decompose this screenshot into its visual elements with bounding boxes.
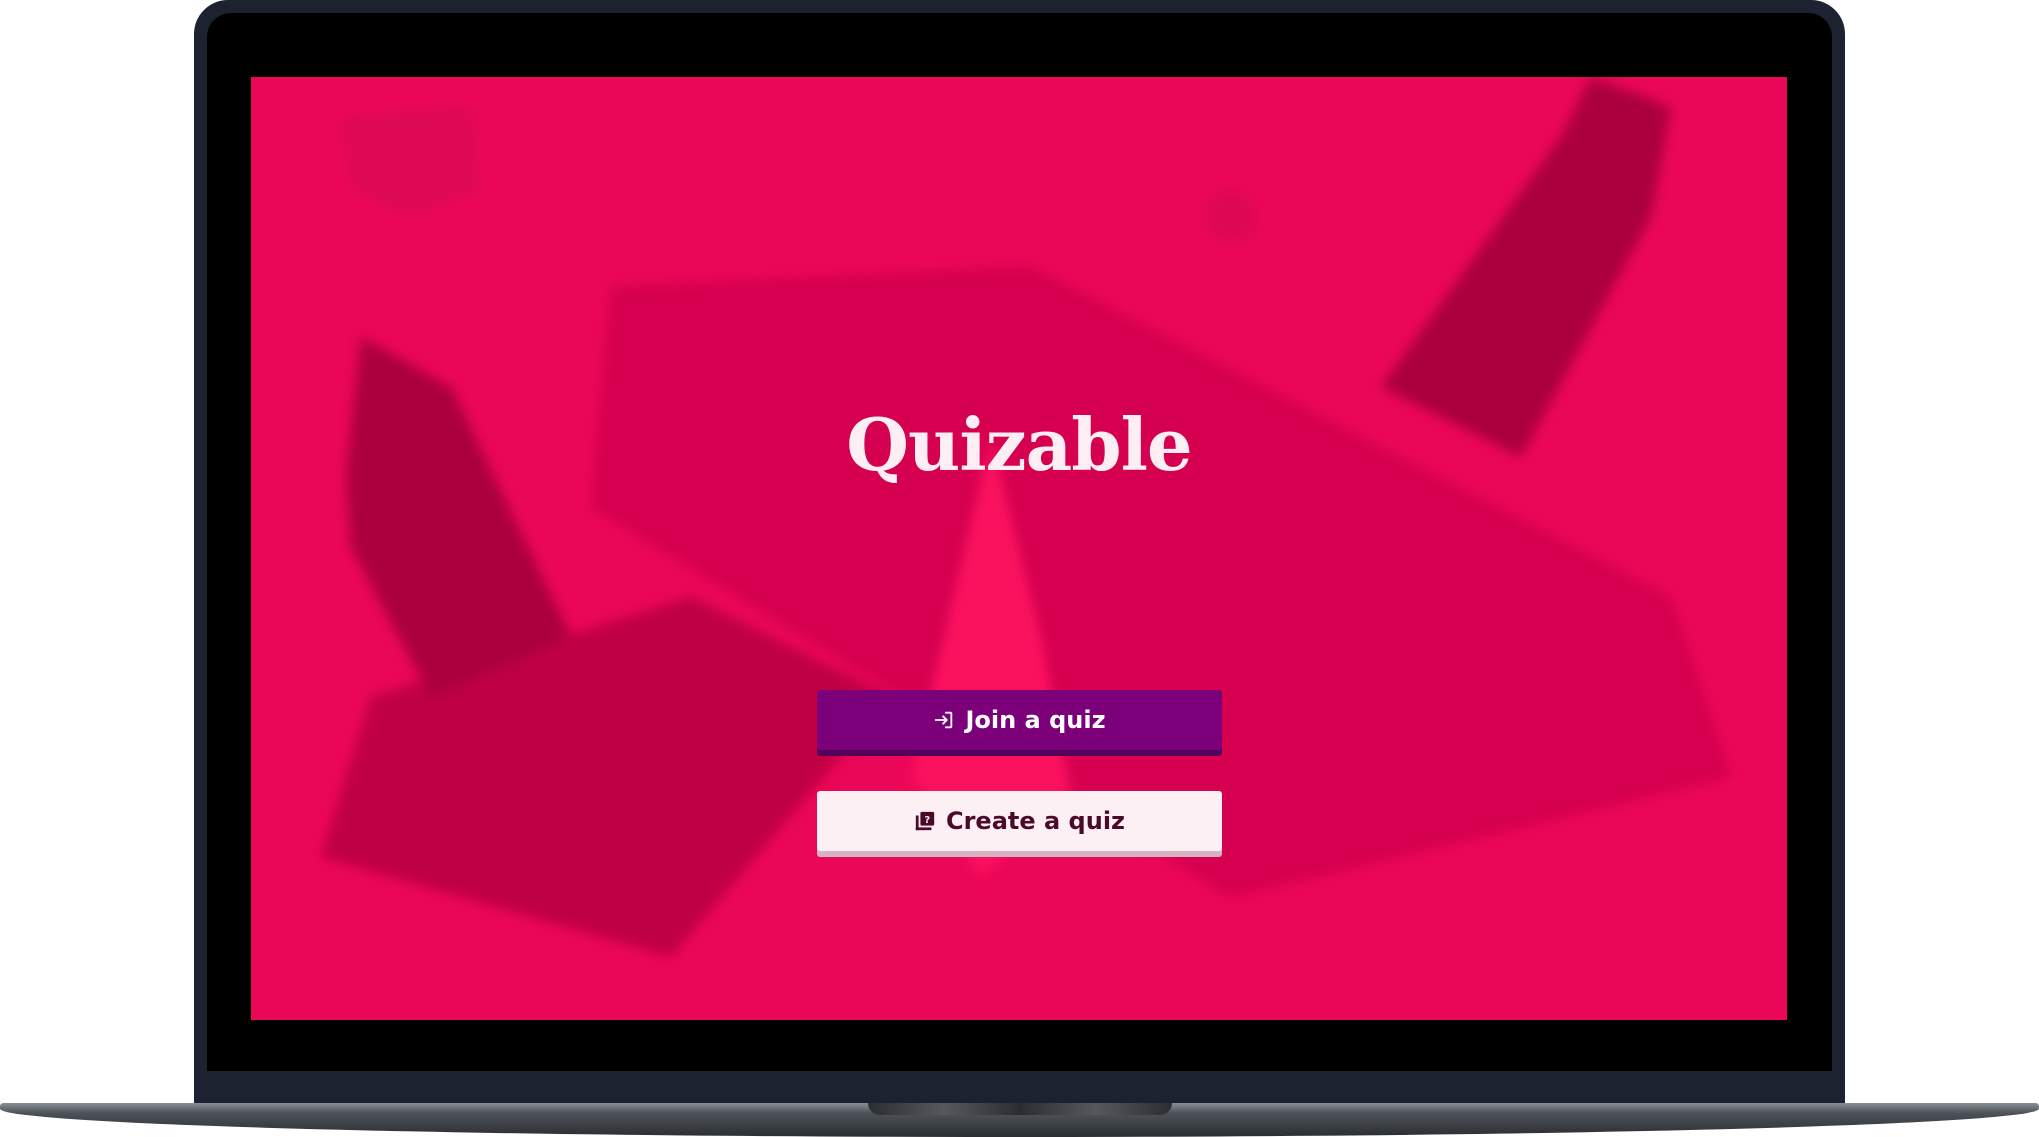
laptop-mockup: Quizable Join a quiz ? Create a quiz <box>0 0 2039 1137</box>
background-shapes <box>321 77 1731 957</box>
laptop-notch <box>868 1103 1172 1115</box>
create-quiz-button[interactable]: ? Create a quiz <box>817 791 1222 851</box>
sign-in-icon <box>933 709 955 731</box>
quiz-book-icon: ? <box>914 810 936 832</box>
create-quiz-label: Create a quiz <box>945 807 1126 835</box>
app-screen: Quizable Join a quiz ? Create a quiz <box>251 77 1787 1020</box>
join-quiz-label: Join a quiz <box>965 706 1106 734</box>
svg-text:?: ? <box>924 815 930 826</box>
join-quiz-button[interactable]: Join a quiz <box>817 690 1222 750</box>
app-logo: Quizable <box>846 402 1192 487</box>
